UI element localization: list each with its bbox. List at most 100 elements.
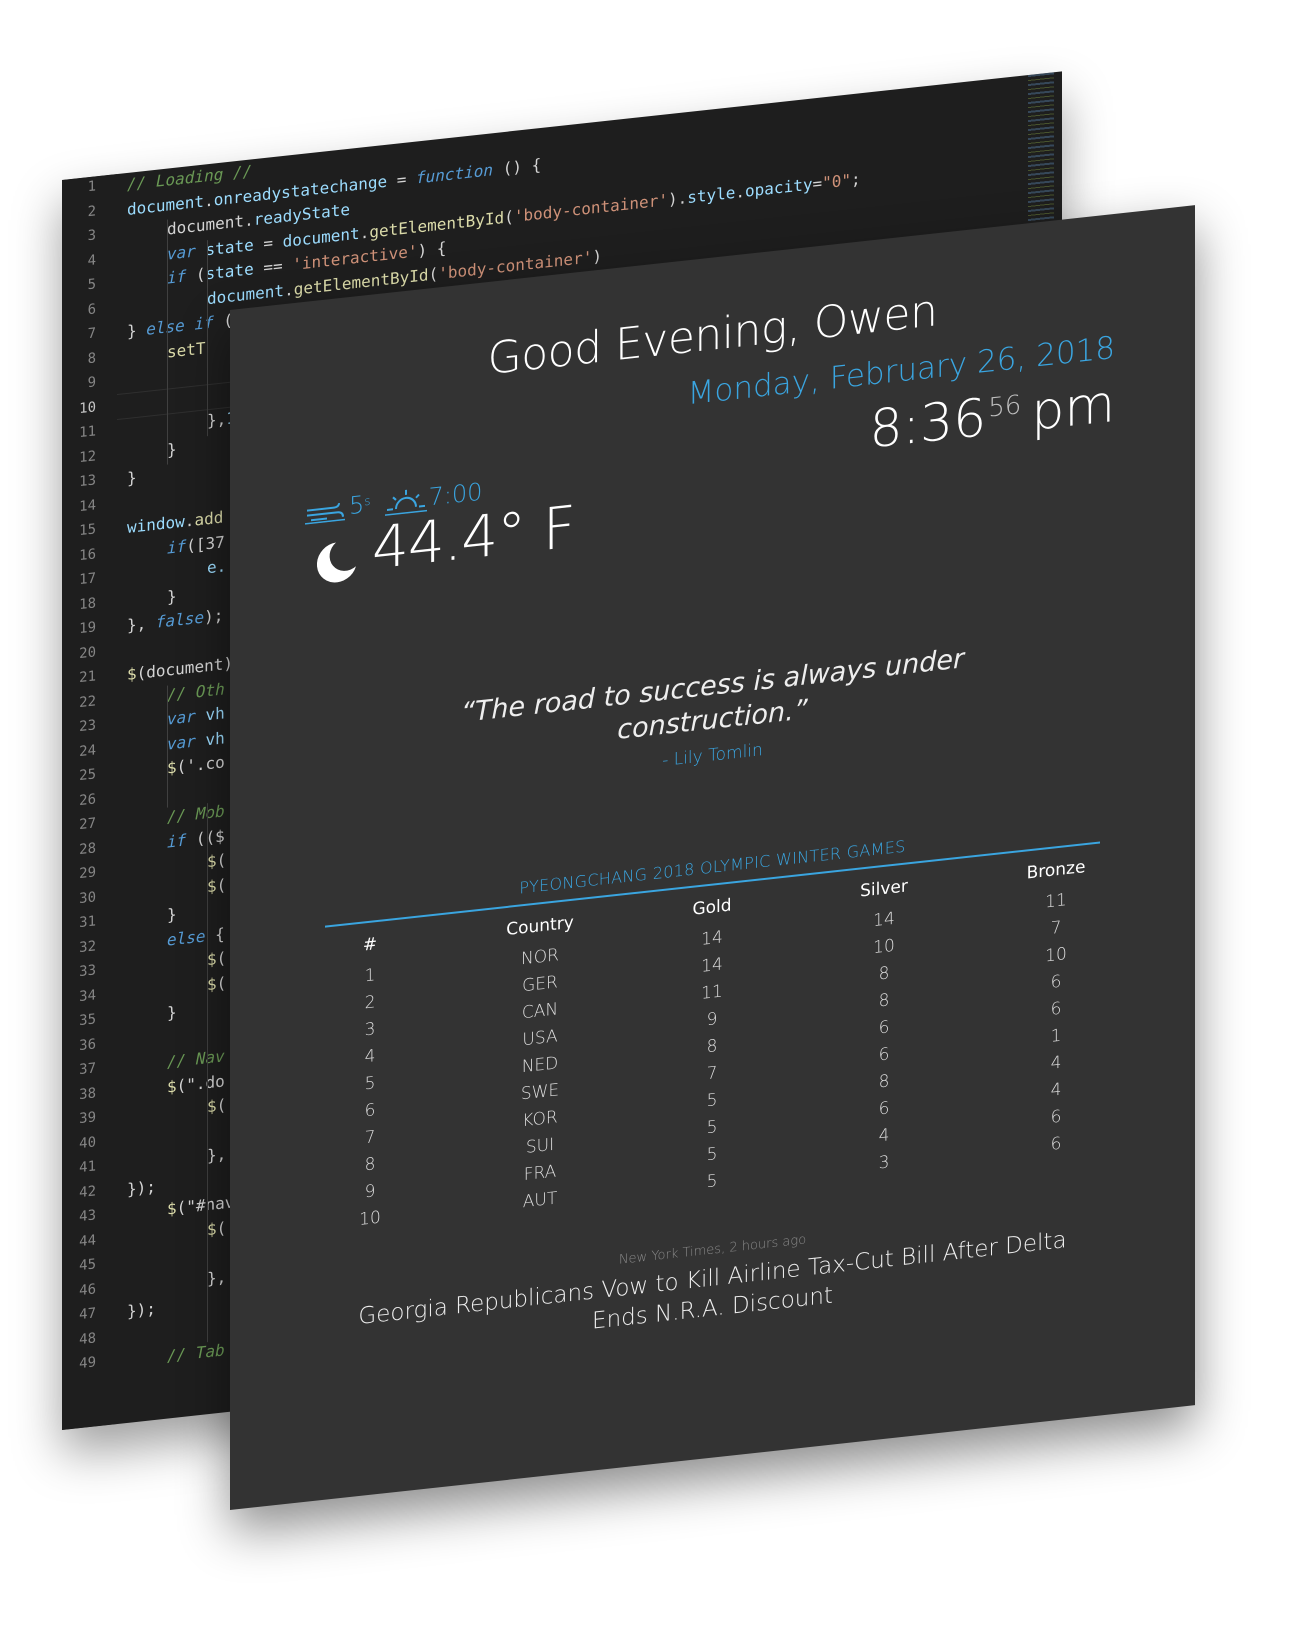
- code-token: window: [127, 511, 185, 537]
- line-number: 20: [79, 643, 96, 662]
- code-line: // Oth: [167, 679, 225, 704]
- code-token: }: [167, 439, 177, 460]
- code-line: if([37: [167, 532, 225, 557]
- line-number: 25: [79, 766, 96, 785]
- code-token: });: [127, 1298, 156, 1321]
- code-token: $: [167, 757, 177, 778]
- code-line: },: [207, 1144, 226, 1165]
- line-number: 3: [87, 227, 96, 245]
- line-number: 38: [79, 1084, 96, 1103]
- line-number: 13: [79, 472, 96, 491]
- code-token: (: [504, 206, 514, 227]
- line-number: 42: [79, 1182, 96, 1201]
- line-number: 31: [79, 913, 96, 932]
- code-token: $: [207, 1096, 217, 1117]
- medal-column-country: Country NOR GER CAN USA NED SWE KOR SUI FRA AUT: [480, 910, 600, 1221]
- line-number: 19: [79, 619, 96, 638]
- code-token: (: [216, 850, 227, 871]
- code-token: else: [167, 925, 206, 950]
- line-number: 29: [79, 864, 96, 883]
- code-line: }: [167, 439, 177, 459]
- code-token: ;: [851, 168, 861, 189]
- code-token: $: [127, 663, 137, 684]
- code-token: .: [204, 190, 214, 211]
- code-token: $: [207, 875, 217, 896]
- code-token: vh: [205, 727, 225, 749]
- code-line: $(: [207, 1218, 226, 1239]
- line-number: 44: [79, 1231, 96, 1250]
- code-token: e.: [207, 556, 227, 578]
- code-token: },: [127, 612, 156, 635]
- code-token: },: [207, 409, 227, 431]
- code-token: }: [167, 1002, 177, 1023]
- line-number: 8: [87, 349, 96, 367]
- code-token: (: [186, 264, 206, 286]
- line-number: 32: [79, 937, 96, 956]
- code-token: 'body-container': [513, 189, 668, 226]
- code-token: $: [167, 1198, 177, 1219]
- medal-column-bronze: Bronze 11 7 10 6 6 1 4 4 6 6: [996, 854, 1116, 1165]
- code-token: $: [207, 949, 217, 970]
- code-token: }: [167, 586, 177, 607]
- dashboard-panel: Good Evening, Owen Monday, February 26, …: [230, 205, 1195, 1510]
- code-token: document: [207, 280, 285, 308]
- wind-unit: s: [364, 493, 371, 509]
- code-token: (".do: [176, 1070, 225, 1096]
- code-token: $: [207, 973, 217, 994]
- code-line: $(: [207, 948, 226, 969]
- medal-column-gold: Gold 14 14 11 9 8 7 5 5 5 5: [652, 891, 772, 1202]
- code-token: add: [194, 507, 224, 530]
- line-number: 24: [79, 741, 96, 760]
- line-number: 7: [87, 325, 96, 343]
- medal-column-rank: # 1 2 3 4 5 6 7 8 9 10: [310, 928, 430, 1239]
- code-token: opacity: [745, 173, 813, 201]
- code-line: $(: [207, 1095, 226, 1116]
- line-number: 17: [79, 570, 96, 589]
- line-number: 40: [79, 1133, 96, 1152]
- code-token: .: [735, 181, 746, 202]
- code-token: ("#nav: [176, 1192, 235, 1218]
- code-token: else: [146, 315, 185, 339]
- code-token: var: [167, 730, 196, 754]
- clock-ampm: pm: [1031, 373, 1115, 443]
- code-token: {: [205, 923, 225, 945]
- code-line: // Mob: [167, 801, 225, 826]
- code-line: var vh: [167, 703, 225, 728]
- line-number: 1: [87, 178, 96, 196]
- code-token: =: [253, 231, 283, 254]
- code-token: style: [687, 182, 736, 207]
- line-number: 46: [79, 1280, 96, 1299]
- code-token: .: [284, 279, 294, 300]
- code-line: });: [127, 1299, 156, 1321]
- code-token: state: [205, 234, 254, 259]
- line-number: 37: [79, 1060, 96, 1079]
- line-number: 47: [79, 1305, 96, 1324]
- code-token: );: [204, 605, 224, 627]
- code-line: }: [127, 468, 137, 488]
- code-line: // Tab: [167, 1340, 225, 1365]
- code-token: if: [194, 312, 214, 334]
- code-token: document: [127, 191, 205, 219]
- clock-hours-minutes: 8:36: [869, 387, 987, 461]
- line-number: 49: [79, 1354, 96, 1373]
- line-number: 41: [79, 1158, 96, 1177]
- code-token: ) {: [417, 238, 447, 261]
- line-number: 36: [79, 1035, 96, 1054]
- code-area[interactable]: // Loading //document.onreadystatechange…: [62, 71, 1062, 1365]
- code-token: ): [592, 245, 602, 266]
- code-token: var: [167, 240, 196, 264]
- line-number: 22: [79, 692, 96, 711]
- code-line: $(".do: [167, 1071, 225, 1096]
- code-token: state: [205, 259, 254, 284]
- line-number: 28: [79, 839, 96, 858]
- code-token: .: [184, 510, 195, 531]
- code-token: .: [359, 222, 370, 243]
- wind-speed: 5: [349, 490, 365, 521]
- line-number-gutter: 1 2 3 4 5 6 7 8 9 10 11 12 13 14 15 16 17 18 19 20 21 22 23 24 2…: [62, 174, 117, 1430]
- indent-guide: [167, 684, 168, 808]
- line-number: 15: [79, 521, 96, 540]
